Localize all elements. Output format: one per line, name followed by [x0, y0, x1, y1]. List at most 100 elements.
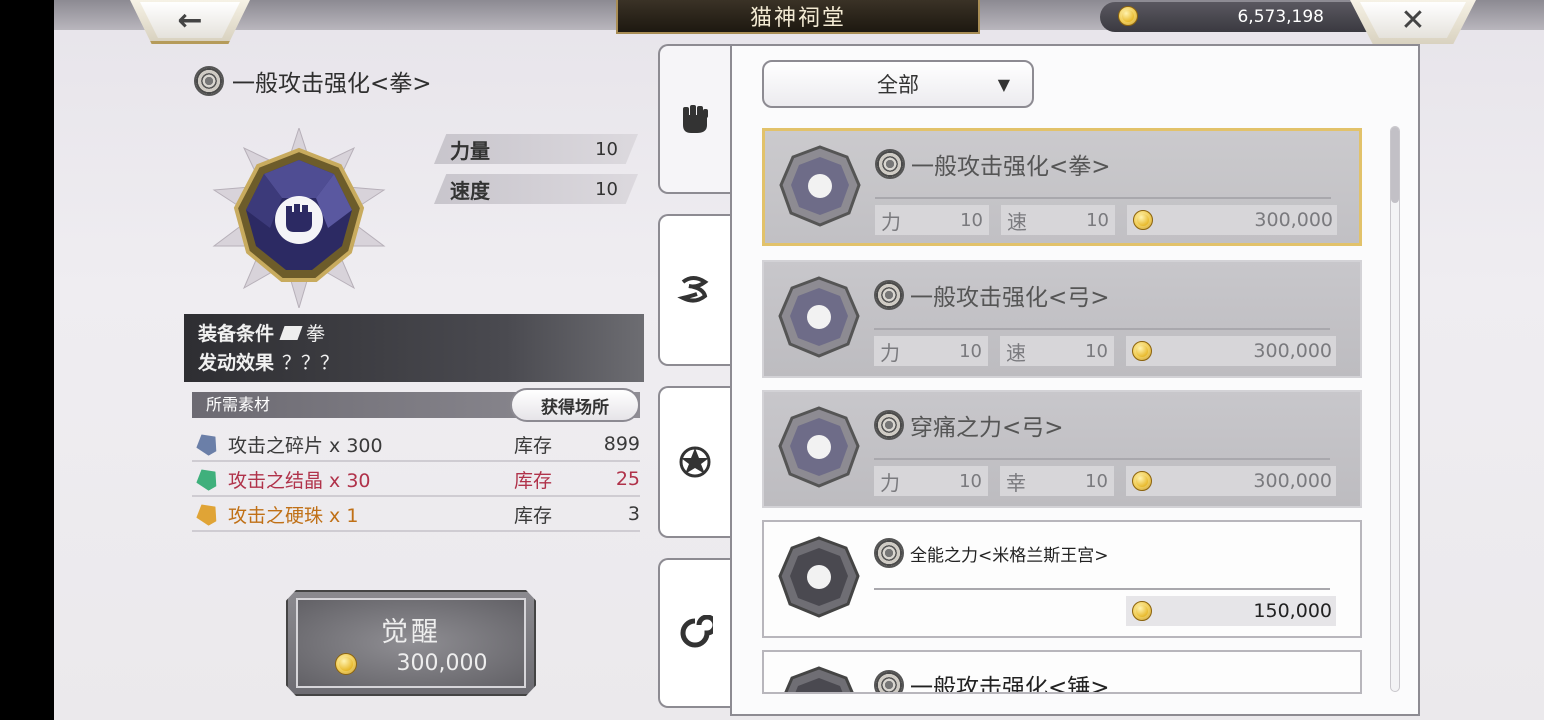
stat-value: 10: [959, 340, 982, 362]
stat-value: 10: [1086, 209, 1109, 231]
item-price: 300,000: [1254, 209, 1333, 231]
skill-wheel-icon: [874, 280, 904, 310]
skill-wheel-icon: [194, 66, 224, 96]
item-name: 全能之力<米格兰斯王宫>: [910, 545, 1109, 566]
item-name: 一般攻击强化<锤>: [910, 675, 1110, 694]
material-name: 攻击之碎片 x 300: [228, 434, 383, 457]
list-item[interactable]: 穿痛之力<弓> 力 10 幸 10 300,000: [762, 390, 1362, 508]
coin-icon: [1132, 471, 1152, 491]
price-pill: 300,000: [1127, 205, 1337, 235]
skill-wheel-icon: [874, 538, 904, 568]
stat-value: 10: [960, 209, 983, 231]
effect-label: 发动效果: [198, 352, 275, 374]
coin-icon: [334, 652, 357, 675]
list-item[interactable]: 全能之力<米格兰斯王宫> 150,000: [762, 520, 1362, 638]
skill-gem-icon: [212, 128, 386, 308]
stock-label: 库存: [514, 469, 553, 492]
equip-condition-label: 装备条件: [198, 323, 275, 345]
material-name: 攻击之硬珠 x 1: [228, 504, 359, 527]
filter-label: 全部: [877, 73, 919, 97]
item-name: 穿痛之力<弓>: [910, 415, 1064, 441]
condition-box: 装备条件 拳 发动效果 ？？？: [184, 314, 644, 382]
bead-icon: [192, 499, 222, 529]
item-price: 300,000: [1253, 470, 1332, 492]
item-price: 300,000: [1253, 340, 1332, 362]
stat-value: 10: [1085, 470, 1108, 492]
material-row[interactable]: 攻击之硬珠 x 1 库存 3: [192, 498, 640, 532]
skill-gem-icon: [779, 145, 861, 227]
equip-condition-value: 拳: [306, 323, 326, 345]
fist-tab-icon: [683, 105, 708, 133]
stat-pill: 力 10: [874, 336, 988, 366]
stat-pill: 力 10: [875, 205, 989, 235]
stat-label: 力: [881, 209, 901, 234]
effect-value: ？？？: [282, 352, 340, 374]
stock-label: 库存: [514, 504, 553, 527]
stock-label: 库存: [514, 434, 553, 457]
stat-strength-value: 10: [595, 138, 618, 160]
stat-speed-label: 速度: [450, 178, 490, 203]
divider: [874, 328, 1330, 330]
item-name: 一般攻击强化<弓>: [910, 285, 1110, 311]
coin-icon: [1133, 210, 1153, 230]
close-icon: ✕: [1400, 2, 1426, 38]
skill-name: 一般攻击强化<拳>: [232, 71, 432, 97]
shard-icon: [192, 429, 222, 459]
awaken-label: 觉醒: [381, 617, 441, 648]
list-item[interactable]: 一般攻击强化<弓> 力 10 速 10 300,000: [762, 260, 1362, 378]
stat-pill: 速 10: [1001, 205, 1115, 235]
stat-value: 10: [959, 470, 982, 492]
tab-wind[interactable]: [658, 558, 730, 708]
stat-label: 幸: [1006, 470, 1026, 495]
list-item[interactable]: 一般攻击强化<锤>: [762, 650, 1362, 694]
stat-label: 速: [1006, 340, 1026, 365]
stat-label: 力: [880, 470, 900, 495]
price-pill: 300,000: [1126, 466, 1336, 496]
stat-pill: 幸 10: [1000, 466, 1114, 496]
skill-wheel-icon: [874, 670, 904, 692]
game-screen: ← 猫神祠堂 6,573,198 ✕ 一般攻击强化<拳> 力量 10 速度 10…: [54, 0, 1544, 720]
stat-strength-label: 力量: [450, 138, 490, 163]
item-price: 150,000: [1253, 600, 1332, 622]
stock-count: 899: [603, 433, 640, 455]
page-title: 猫神祠堂: [616, 0, 980, 34]
skill-title: 一般攻击强化<拳>: [194, 64, 432, 98]
material-name: 攻击之结晶 x 30: [228, 469, 371, 492]
crystal-icon: [192, 464, 222, 494]
tab-fist[interactable]: [658, 44, 730, 194]
coin-icon: [1132, 341, 1152, 361]
price-pill: 150,000: [1126, 596, 1336, 626]
coin-icon: [1118, 6, 1138, 26]
material-row[interactable]: 攻击之碎片 x 300 库存 899: [192, 428, 640, 462]
material-row[interactable]: 攻击之结晶 x 30 库存 25: [192, 463, 640, 497]
stat-strength: 力量 10: [434, 134, 638, 164]
stat-value: 10: [1085, 340, 1108, 362]
chevron-down-icon: ▼: [997, 74, 1010, 94]
stat-speed: 速度 10: [434, 174, 638, 204]
divider: [874, 588, 1330, 590]
awaken-button[interactable]: 觉醒 300,000: [296, 598, 526, 688]
coin-amount: 6,573,198: [1237, 7, 1324, 27]
tab-bow[interactable]: [658, 214, 730, 366]
divider: [875, 197, 1331, 199]
skill-gem-icon: [778, 536, 860, 618]
skill-gem-icon: [778, 276, 860, 358]
obtain-location-button[interactable]: 获得场所: [510, 388, 640, 422]
stat-label: 力: [880, 340, 900, 365]
price-pill: 300,000: [1126, 336, 1336, 366]
tab-magic[interactable]: [658, 386, 730, 538]
stat-pill: 速 10: [1000, 336, 1114, 366]
filter-dropdown[interactable]: 全部 ▼: [762, 60, 1034, 108]
list-item[interactable]: 一般攻击强化<拳> 力 10 速 10 300,000: [762, 128, 1362, 246]
bow-tab-icon: [677, 276, 709, 303]
coin-counter: 6,573,198: [1100, 2, 1380, 32]
fist-weapon-icon: [279, 326, 303, 340]
skill-wheel-icon: [875, 149, 905, 179]
divider: [874, 458, 1330, 460]
item-name: 一般攻击强化<拳>: [911, 154, 1111, 180]
stock-count: 3: [627, 503, 640, 525]
scrollbar-thumb[interactable]: [1391, 127, 1399, 203]
scrollbar[interactable]: [1390, 126, 1400, 692]
swirl-tab-icon: [680, 615, 713, 648]
stat-pill: 力 10: [874, 466, 988, 496]
